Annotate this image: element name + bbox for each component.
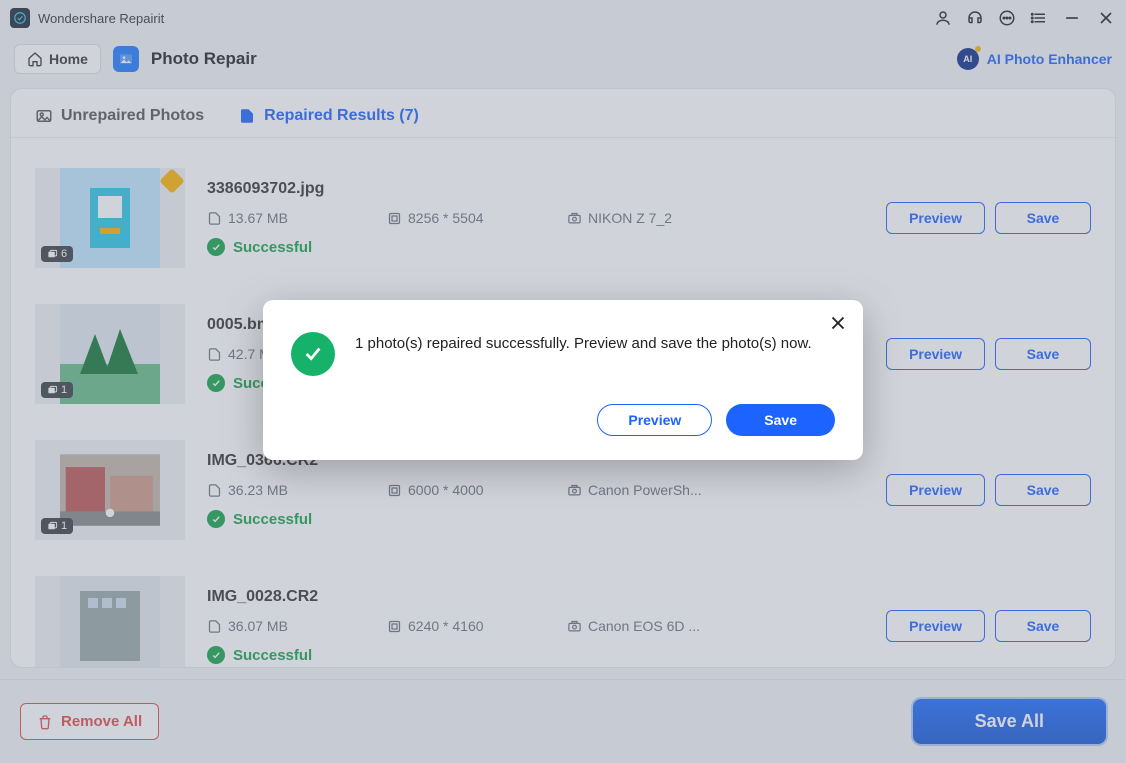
modal-preview-button[interactable]: Preview [597, 404, 712, 436]
modal-close-button[interactable] [827, 312, 849, 334]
modal-save-button[interactable]: Save [726, 404, 835, 436]
modal-message: 1 photo(s) repaired successfully. Previe… [355, 326, 812, 355]
success-modal: 1 photo(s) repaired successfully. Previe… [263, 300, 863, 460]
success-check-icon [291, 332, 335, 376]
